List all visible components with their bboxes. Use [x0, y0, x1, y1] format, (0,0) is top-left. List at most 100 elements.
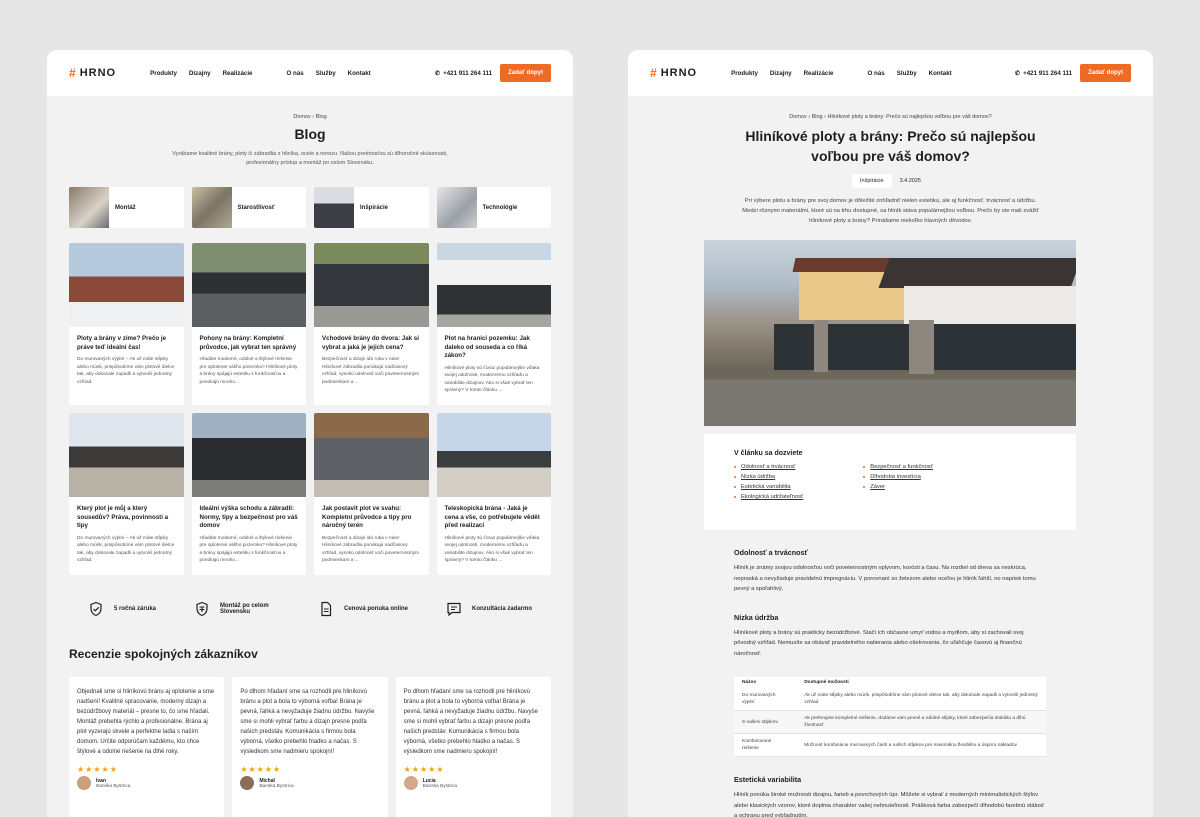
- feature-warranty: 5 ročná záruka: [88, 601, 156, 617]
- category-image: [436, 187, 477, 228]
- section-heading: Odolnosť a trvácnosť: [734, 548, 808, 557]
- reviewer-city: Banska Bystrica: [422, 783, 458, 789]
- post-title[interactable]: Plot na hranici pozemku: Jak daleko od s…: [437, 327, 552, 361]
- category-label: Technológie: [482, 204, 518, 211]
- chevron-right-icon: ›: [808, 114, 811, 120]
- post-title[interactable]: Vchodové brány do dvora: Jak si vybrat a…: [314, 327, 429, 352]
- blog-card[interactable]: Pohony na brány: Kompletní průvodce, jak…: [191, 243, 307, 405]
- article-page: # HRNO Produkty Dizajny Realizácie O nás …: [628, 50, 1153, 817]
- post-excerpt: Hľadáte moderné, odolné a štýlové riešen…: [199, 357, 298, 385]
- blog-card[interactable]: Ploty a brány v zime? Prečo je práve teď…: [69, 243, 184, 405]
- category-tag[interactable]: Inšpirácie: [852, 174, 892, 188]
- avatar: [240, 776, 255, 790]
- post-title[interactable]: Který plot je můj a který sousedův? Práv…: [69, 497, 184, 531]
- logo-text: HRNO: [79, 67, 117, 79]
- crumb-home[interactable]: Domov: [293, 114, 310, 120]
- feature-montaz: Montáž po celom Slovensku: [194, 601, 280, 617]
- category-starostlivost[interactable]: Starostlivosť: [191, 187, 306, 228]
- feature-quote: Cenová ponuka online: [318, 601, 408, 617]
- post-excerpt: Do murovaných výplní – Ak už máte stĺpik…: [77, 535, 175, 564]
- category-label: Inšpirácie: [360, 204, 389, 211]
- post-image: [314, 413, 429, 497]
- category-label: Montáž: [115, 204, 136, 211]
- review-card: Objednali sme si hliníkovú bránu aj oplo…: [69, 677, 225, 817]
- table-header-row: Názov Dostupné možnosti: [734, 677, 1046, 688]
- reviewer-city: Banska Bystrica: [259, 783, 294, 789]
- post-title[interactable]: Jak postavit plot ve svahu: Kompletní pr…: [314, 497, 429, 531]
- nav-o-nas[interactable]: O nás: [287, 70, 304, 77]
- table-of-contents: V článku sa dozviete Odolnosť a trvácnos…: [704, 434, 1076, 530]
- section-text: Hliník ponúka široké možnosti dizajnu, f…: [734, 792, 1045, 817]
- category-inspiracie[interactable]: Inšpirácie: [314, 187, 429, 228]
- star-rating: ★★★★★: [77, 765, 118, 774]
- nav-sluzby[interactable]: Služby: [316, 70, 336, 77]
- post-excerpt: Bezpečnosť a dizajn idú ruka v ruke! Hli…: [322, 357, 420, 385]
- crumb-home[interactable]: Domov: [789, 114, 806, 120]
- post-image: [314, 243, 429, 327]
- breadcrumb: Domov › Blog: [47, 114, 573, 120]
- blog-card[interactable]: Který plot je můj a který sousedův? Práv…: [69, 413, 184, 575]
- phone-link[interactable]: ✆ +421 911 264 111: [435, 70, 492, 77]
- toc-link[interactable]: Dlhodobá investícia: [863, 474, 933, 480]
- phone-number: +421 911 264 111: [1023, 69, 1073, 77]
- logo[interactable]: # HRNO: [650, 66, 697, 80]
- post-excerpt: Hľadáte moderné, odolné a štýlové riešen…: [199, 535, 298, 564]
- avatar: [77, 776, 91, 790]
- toc-link[interactable]: Estetická variabilita: [734, 484, 803, 490]
- nav-kontakt[interactable]: Kontakt: [348, 70, 371, 77]
- cta-button[interactable]: Zadať dopyt: [1080, 64, 1131, 82]
- nav-realizacie[interactable]: Realizácie: [223, 70, 253, 77]
- blog-card[interactable]: Plot na hranici pozemku: Jak daleko od s…: [436, 243, 552, 405]
- toc-link[interactable]: Bezpečnosť a funkčnosť: [863, 464, 933, 470]
- post-image: [191, 243, 306, 327]
- navbar: # HRNO Produkty Dizajny Realizácie O nás …: [628, 50, 1153, 96]
- feature-label: Konzultácia zadarmo: [471, 606, 532, 612]
- review-text: Objednali sme si hliníkovú bránu aj oplo…: [77, 689, 215, 755]
- toc-link[interactable]: Ekologická udržateľnosť: [734, 494, 803, 500]
- logo[interactable]: # HRNO: [69, 66, 116, 80]
- nav-realizacie[interactable]: Realizácie: [804, 70, 834, 77]
- features-bar: 5 ročná záruka Montáž po celom Slovensku…: [47, 601, 573, 617]
- table-header: Názov: [734, 677, 797, 688]
- phone-link[interactable]: ✆ +421 911 264 111: [1015, 70, 1072, 77]
- category-technologie[interactable]: Technológie: [436, 187, 551, 228]
- toc-link[interactable]: Záver: [863, 484, 933, 490]
- blog-card[interactable]: Ideální výška schodu a zábradlí: Normy, …: [191, 413, 307, 575]
- review-card: Po dlhom hľadaní sme sa rozhodli pre hli…: [232, 677, 388, 817]
- category-montaz[interactable]: Montáž: [69, 187, 184, 228]
- navbar: # HRNO Produkty Dizajny Realizácie O nás …: [47, 50, 573, 96]
- avatar: [403, 776, 418, 790]
- table-header: Dostupné možnosti: [796, 677, 1046, 688]
- nav-produkty[interactable]: Produkty: [731, 70, 758, 77]
- nav-dizajny[interactable]: Dizajny: [189, 70, 211, 77]
- post-title[interactable]: Teleskopická brána - Jaká je cena a vše,…: [437, 497, 552, 531]
- blog-card[interactable]: Jak postavit plot ve svahu: Kompletní pr…: [314, 413, 429, 575]
- post-title[interactable]: Ideální výška schodu a zábradlí: Normy, …: [192, 497, 307, 531]
- nav-o-nas[interactable]: O nás: [868, 70, 885, 77]
- table-row: Do murovaných výplní Ak už máte stĺpiky a…: [734, 688, 1046, 711]
- crumb-blog[interactable]: Blog: [316, 114, 327, 120]
- crumb-current: Hliníkové ploty a brány: Prečo sú najlep…: [827, 114, 992, 120]
- blog-card[interactable]: Teleskopická brána - Jaká je cena a vše,…: [436, 413, 552, 575]
- review-text: Po dlhom hľadaní sme sa rozhodli pre hli…: [240, 689, 375, 755]
- nav-sluzby[interactable]: Služby: [897, 70, 917, 77]
- article-title: Hliníkové ploty a brány: Prečo sú najlep…: [628, 126, 1153, 166]
- toc-link[interactable]: Nízka údržba: [734, 474, 803, 480]
- section-text: Hliníkové ploty a brány sú prakticky bez…: [734, 629, 1024, 657]
- phone-icon: ✆: [1014, 69, 1021, 77]
- post-title[interactable]: Ploty a brány v zime? Prečo je práve teď…: [69, 327, 184, 352]
- nav-produkty[interactable]: Produkty: [150, 70, 177, 77]
- badge-icon: [196, 601, 208, 617]
- nav-kontakt[interactable]: Kontakt: [929, 70, 952, 77]
- blog-card[interactable]: Vchodové brány do dvora: Jak si vybrat a…: [314, 243, 429, 405]
- crumb-blog[interactable]: Blog: [812, 114, 823, 120]
- post-title[interactable]: Pohony na brány: Kompletní průvodce, jak…: [192, 327, 307, 352]
- breadcrumb: Domov › Blog › Hliníkové ploty a brány: …: [628, 114, 1153, 120]
- shield-check-icon: [90, 601, 102, 617]
- nav-dizajny[interactable]: Dizajny: [770, 70, 792, 77]
- category-image: [191, 187, 232, 228]
- toc-link[interactable]: Odolnosť a trvácnosť: [734, 464, 803, 470]
- toc-title: V článku sa dozviete: [734, 450, 803, 457]
- phone-number: +421 911 264 111: [443, 69, 493, 77]
- cta-button[interactable]: Zadať dopyt: [500, 64, 551, 82]
